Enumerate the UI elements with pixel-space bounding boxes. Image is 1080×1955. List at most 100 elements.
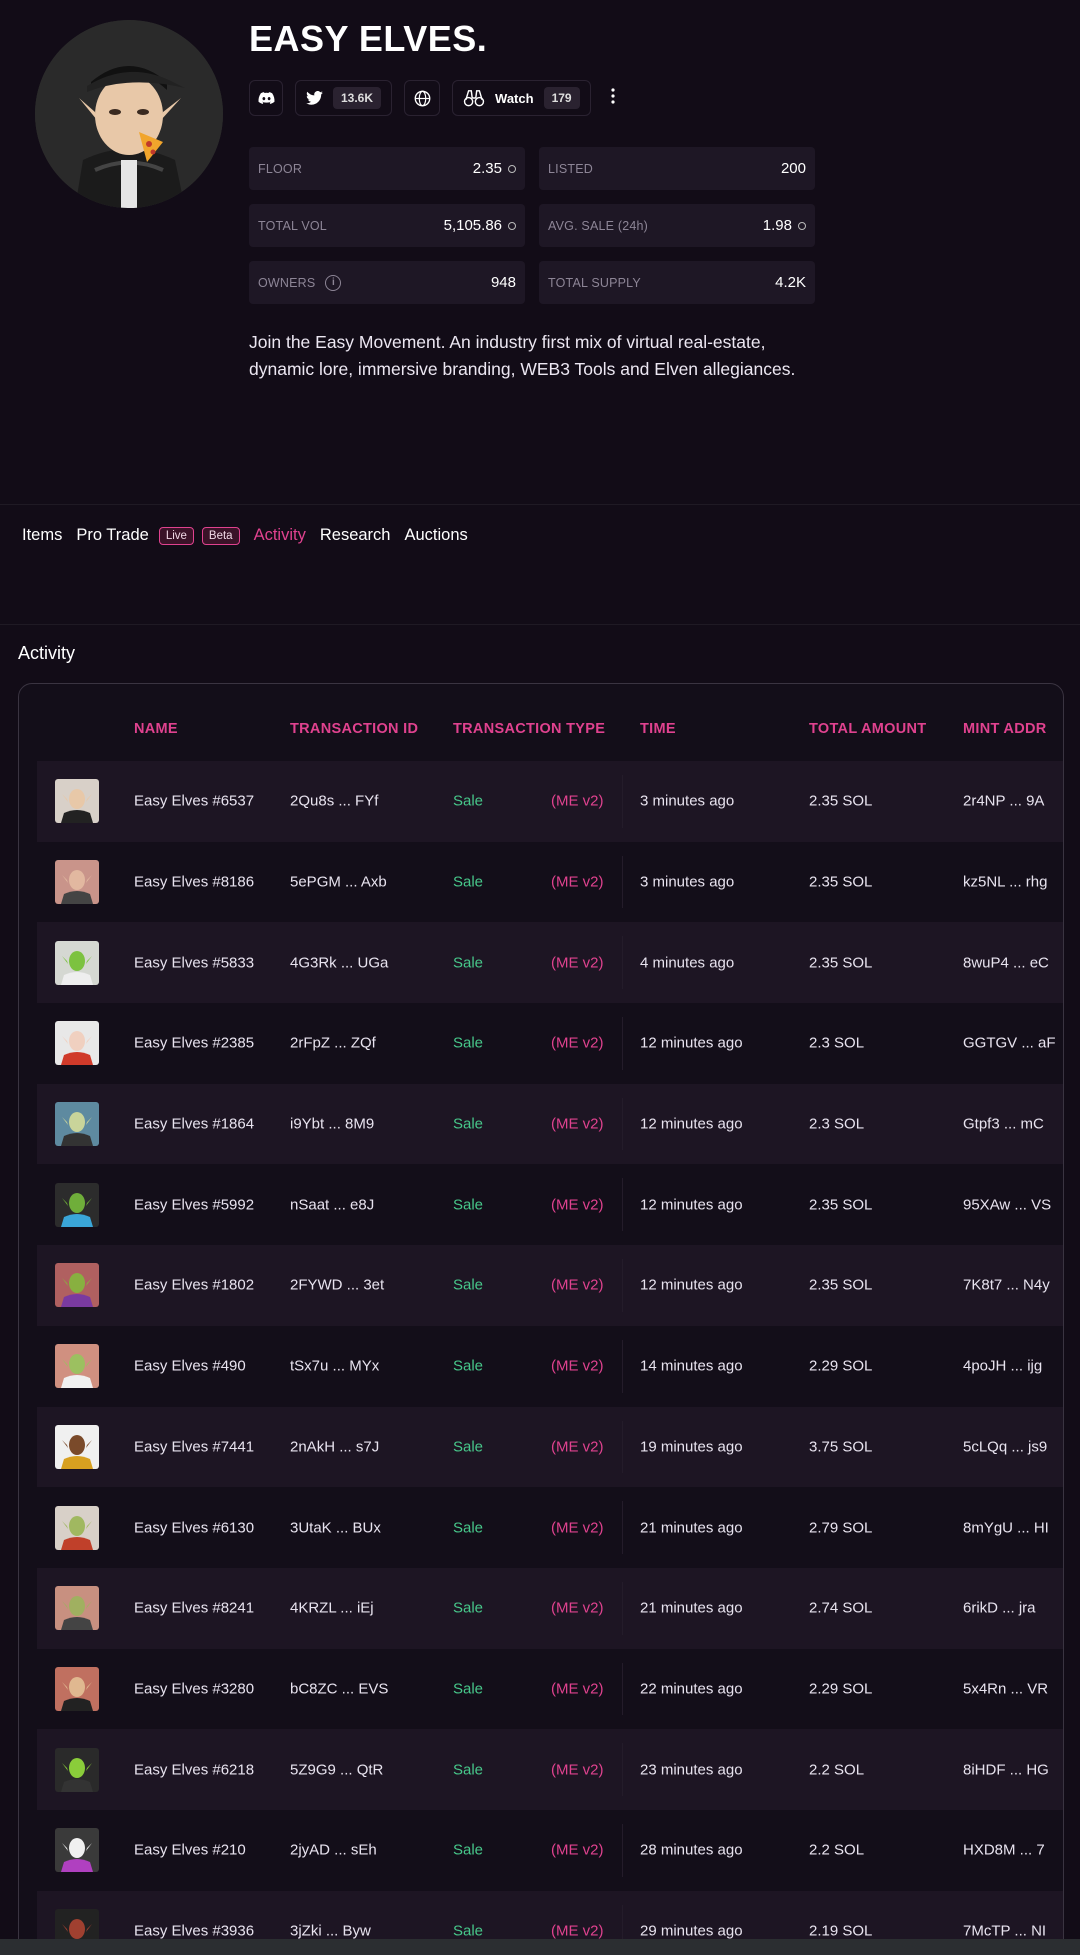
total-amount: 2.35 SOL bbox=[809, 1276, 873, 1294]
table-row[interactable]: Easy Elves #210 2jyAD ... sEh Sale (ME v… bbox=[37, 1810, 1063, 1891]
mint-address[interactable]: 8wuP4 ... eC bbox=[963, 954, 1049, 971]
mint-address[interactable]: HXD8M ... 7 bbox=[963, 1842, 1045, 1859]
table-row[interactable]: Easy Elves #8241 4KRZL ... iEj Sale (ME … bbox=[37, 1567, 1063, 1649]
column-header-total-amount[interactable]: TOTAL AMOUNT bbox=[809, 721, 926, 737]
table-row[interactable]: Easy Elves #6130 3UtaK ... BUx Sale (ME … bbox=[37, 1487, 1063, 1568]
mint-address[interactable]: Gtpf3 ... mC bbox=[963, 1116, 1044, 1133]
nft-name[interactable]: Easy Elves #490 bbox=[134, 1358, 246, 1375]
tab-auctions[interactable]: Auctions bbox=[404, 526, 467, 545]
mint-address[interactable]: 95XAw ... VS bbox=[963, 1196, 1051, 1213]
transaction-type: Sale bbox=[453, 1519, 484, 1537]
tab-research[interactable]: Research bbox=[320, 526, 391, 545]
nft-name[interactable]: Easy Elves #6218 bbox=[134, 1761, 254, 1778]
transaction-id[interactable]: 5ePGM ... Axb bbox=[290, 874, 387, 891]
tab-activity[interactable]: Activity bbox=[254, 526, 306, 545]
nft-thumbnail[interactable] bbox=[55, 860, 99, 905]
nft-name[interactable]: Easy Elves #5833 bbox=[134, 954, 254, 971]
nft-name[interactable]: Easy Elves #210 bbox=[134, 1842, 246, 1859]
nft-thumbnail[interactable] bbox=[55, 1424, 99, 1469]
nft-name[interactable]: Easy Elves #1802 bbox=[134, 1277, 254, 1294]
column-header-transaction-type[interactable]: TRANSACTION TYPE bbox=[453, 721, 605, 737]
table-row[interactable]: Easy Elves #7441 2nAkH ... s7J Sale (ME … bbox=[37, 1406, 1063, 1488]
nft-name[interactable]: Easy Elves #2385 bbox=[134, 1035, 254, 1052]
info-icon[interactable]: i bbox=[325, 274, 342, 291]
table-row[interactable]: Easy Elves #6218 5Z9G9 ... QtR Sale (ME … bbox=[37, 1729, 1063, 1810]
nft-thumbnail[interactable] bbox=[55, 1505, 99, 1550]
column-header-transaction-id[interactable]: TRANSACTION ID bbox=[290, 721, 418, 737]
transaction-id[interactable]: nSaat ... e8J bbox=[290, 1196, 374, 1213]
table-row[interactable]: Easy Elves #3280 bC8ZC ... EVS Sale (ME … bbox=[37, 1649, 1063, 1730]
stat-avg-sale: AVG. SALE (24h) 1.98 bbox=[539, 204, 815, 247]
column-divider bbox=[622, 936, 623, 990]
nft-thumbnail[interactable] bbox=[55, 1828, 99, 1873]
transaction-type: Sale bbox=[453, 1841, 484, 1859]
transaction-id[interactable]: 2rFpZ ... ZQf bbox=[290, 1035, 376, 1052]
column-header-time[interactable]: TIME bbox=[640, 721, 676, 737]
collection-title: EASY ELVES. bbox=[249, 18, 488, 59]
watch-button[interactable]: Watch 179 bbox=[452, 80, 591, 116]
transaction-id[interactable]: 2nAkH ... s7J bbox=[290, 1438, 379, 1455]
mint-address[interactable]: 8mYgU ... HI bbox=[963, 1519, 1049, 1536]
transaction-id[interactable]: 3jZki ... Byw bbox=[290, 1922, 371, 1939]
transaction-id[interactable]: 4KRZL ... iEj bbox=[290, 1600, 374, 1617]
horizontal-scrollbar[interactable] bbox=[0, 1939, 1080, 1955]
transaction-id[interactable]: bC8ZC ... EVS bbox=[290, 1680, 388, 1697]
nft-name[interactable]: Easy Elves #6537 bbox=[134, 793, 254, 810]
nft-thumbnail[interactable] bbox=[55, 1747, 99, 1792]
transaction-id[interactable]: 2jyAD ... sEh bbox=[290, 1842, 377, 1859]
nft-name[interactable]: Easy Elves #3280 bbox=[134, 1680, 254, 1697]
more-options-button[interactable] bbox=[603, 80, 623, 116]
nft-thumbnail[interactable] bbox=[55, 1666, 99, 1711]
twitter-button[interactable]: 13.6K bbox=[295, 80, 393, 116]
nft-thumbnail[interactable] bbox=[55, 1344, 99, 1389]
table-row[interactable]: Easy Elves #5833 4G3Rk ... UGa Sale (ME … bbox=[37, 922, 1063, 1004]
nft-name[interactable]: Easy Elves #3936 bbox=[134, 1922, 254, 1939]
table-row[interactable]: Easy Elves #2385 2rFpZ ... ZQf Sale (ME … bbox=[37, 1003, 1063, 1084]
transaction-id[interactable]: 2FYWD ... 3et bbox=[290, 1277, 384, 1294]
table-row[interactable]: Easy Elves #6537 2Qu8s ... FYf Sale (ME … bbox=[37, 761, 1063, 842]
transaction-time: 3 minutes ago bbox=[640, 792, 735, 810]
nft-name[interactable]: Easy Elves #7441 bbox=[134, 1438, 254, 1455]
mint-address[interactable]: 5x4Rn ... VR bbox=[963, 1680, 1048, 1697]
tab-pro-trade[interactable]: Pro Trade bbox=[76, 526, 148, 545]
tab-items[interactable]: Items bbox=[22, 526, 62, 545]
website-button[interactable] bbox=[404, 80, 441, 116]
nft-name[interactable]: Easy Elves #5992 bbox=[134, 1196, 254, 1213]
transaction-id[interactable]: i9Ybt ... 8M9 bbox=[290, 1116, 374, 1133]
transaction-type: Sale bbox=[453, 1196, 484, 1214]
transaction-id[interactable]: 4G3Rk ... UGa bbox=[290, 954, 388, 971]
nft-name[interactable]: Easy Elves #8186 bbox=[134, 874, 254, 891]
transaction-id[interactable]: 3UtaK ... BUx bbox=[290, 1519, 381, 1536]
mint-address[interactable]: 5cLQq ... js9 bbox=[963, 1438, 1047, 1455]
mint-address[interactable]: 8iHDF ... HG bbox=[963, 1761, 1049, 1778]
mint-address[interactable]: 7K8t7 ... N4y bbox=[963, 1277, 1050, 1294]
mint-address[interactable]: 4poJH ... ijg bbox=[963, 1358, 1042, 1375]
nft-name[interactable]: Easy Elves #6130 bbox=[134, 1519, 254, 1536]
table-row[interactable]: Easy Elves #8186 5ePGM ... Axb Sale (ME … bbox=[37, 842, 1063, 923]
nft-thumbnail[interactable] bbox=[55, 940, 99, 985]
nft-name[interactable]: Easy Elves #8241 bbox=[134, 1600, 254, 1617]
discord-button[interactable] bbox=[249, 80, 283, 116]
mint-address[interactable]: 6rikD ... jra bbox=[963, 1600, 1036, 1617]
nft-thumbnail[interactable] bbox=[55, 1021, 99, 1066]
nft-thumbnail[interactable] bbox=[55, 1102, 99, 1147]
column-header-mint-address[interactable]: MINT ADDR bbox=[963, 721, 1047, 737]
transaction-time: 21 minutes ago bbox=[640, 1599, 743, 1617]
table-row[interactable]: Easy Elves #1802 2FYWD ... 3et Sale (ME … bbox=[37, 1245, 1063, 1326]
nft-thumbnail[interactable] bbox=[55, 1263, 99, 1308]
transaction-id[interactable]: tSx7u ... MYx bbox=[290, 1358, 379, 1375]
nft-thumbnail[interactable] bbox=[55, 1586, 99, 1631]
mint-address[interactable]: GGTGV ... aF bbox=[963, 1035, 1056, 1052]
transaction-id[interactable]: 2Qu8s ... FYf bbox=[290, 793, 378, 810]
mint-address[interactable]: kz5NL ... rhg bbox=[963, 874, 1047, 891]
transaction-id[interactable]: 5Z9G9 ... QtR bbox=[290, 1761, 383, 1778]
nft-thumbnail[interactable] bbox=[55, 1182, 99, 1227]
table-row[interactable]: Easy Elves #5992 nSaat ... e8J Sale (ME … bbox=[37, 1164, 1063, 1245]
table-row[interactable]: Easy Elves #490 tSx7u ... MYx Sale (ME v… bbox=[37, 1326, 1063, 1407]
nft-thumbnail[interactable] bbox=[55, 779, 99, 824]
mint-address[interactable]: 7McTP ... NI bbox=[963, 1922, 1046, 1939]
nft-name[interactable]: Easy Elves #1864 bbox=[134, 1116, 254, 1133]
column-header-name[interactable]: NAME bbox=[134, 721, 178, 737]
mint-address[interactable]: 2r4NP ... 9A bbox=[963, 793, 1044, 810]
table-row[interactable]: Easy Elves #1864 i9Ybt ... 8M9 Sale (ME … bbox=[37, 1083, 1063, 1165]
